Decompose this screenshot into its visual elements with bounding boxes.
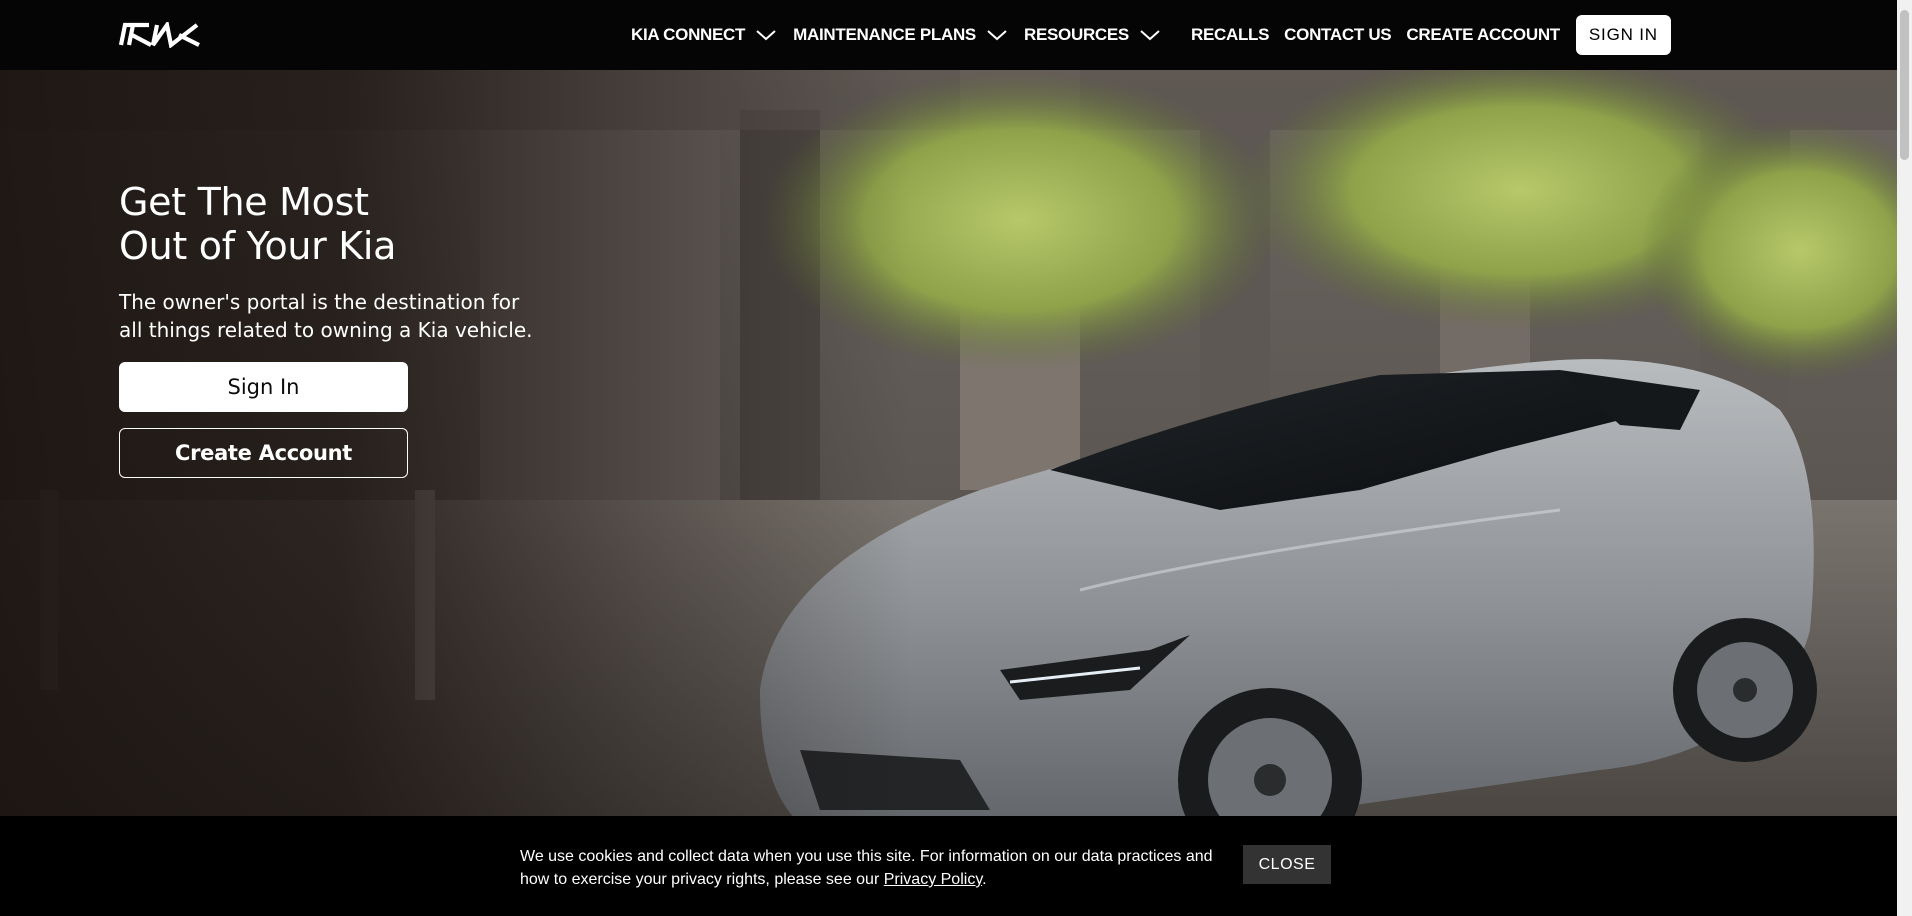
- nav-item-maintenance-plans[interactable]: MAINTENANCE PLANS: [793, 25, 1008, 45]
- page-scrollbar[interactable]: [1897, 0, 1912, 916]
- chevron-down-icon: [1140, 30, 1160, 41]
- page: KIA CONNECT MAINTENANCE PLANS RESOURCES …: [0, 0, 1912, 916]
- kia-logo[interactable]: [119, 22, 201, 48]
- hero-title: Get The Most Out of Your Kia: [119, 180, 539, 268]
- nav-item-kia-connect[interactable]: KIA CONNECT: [631, 25, 777, 45]
- cookie-banner: We use cookies and collect data when you…: [0, 816, 1897, 916]
- hero-section: Get The Most Out of Your Kia The owner's…: [0, 70, 1897, 916]
- privacy-policy-link[interactable]: Privacy Policy: [884, 871, 982, 888]
- hero-title-line-2: Out of Your Kia: [119, 224, 397, 268]
- hero-create-account-button[interactable]: Create Account: [119, 428, 408, 478]
- nav-item-label: RESOURCES: [1023, 25, 1129, 44]
- hero-title-line-1: Get The Most: [119, 180, 369, 224]
- nav-item-resources[interactable]: RESOURCES: [1024, 25, 1161, 45]
- hero-content: Get The Most Out of Your Kia The owner's…: [119, 180, 539, 478]
- cookie-banner-suffix: .: [982, 871, 987, 888]
- nav-item-label: KIA CONNECT: [631, 25, 746, 44]
- hero-sign-in-button[interactable]: Sign In: [119, 362, 408, 412]
- nav-item-recalls[interactable]: RECALLS: [1191, 25, 1269, 45]
- kia-logo-mark: [119, 22, 200, 48]
- cookie-close-button[interactable]: CLOSE: [1243, 845, 1331, 884]
- scrollbar-thumb[interactable]: [1900, 10, 1909, 160]
- hero-subtitle: The owner's portal is the destination fo…: [119, 290, 533, 342]
- header-sign-in-button[interactable]: SIGN IN: [1575, 15, 1671, 55]
- cookie-banner-text: We use cookies and collect data when you…: [520, 848, 1213, 888]
- chevron-down-icon: [756, 30, 776, 41]
- chevron-down-icon: [987, 30, 1007, 41]
- main-nav: KIA CONNECT MAINTENANCE PLANS RESOURCES …: [631, 0, 1671, 70]
- nav-item-create-account[interactable]: CREATE ACCOUNT: [1406, 25, 1560, 45]
- nav-item-contact-us[interactable]: CONTACT US: [1284, 25, 1391, 45]
- cookie-banner-message: We use cookies and collect data when you…: [520, 845, 1230, 891]
- site-header: KIA CONNECT MAINTENANCE PLANS RESOURCES …: [0, 0, 1897, 70]
- nav-item-label: MAINTENANCE PLANS: [793, 25, 976, 44]
